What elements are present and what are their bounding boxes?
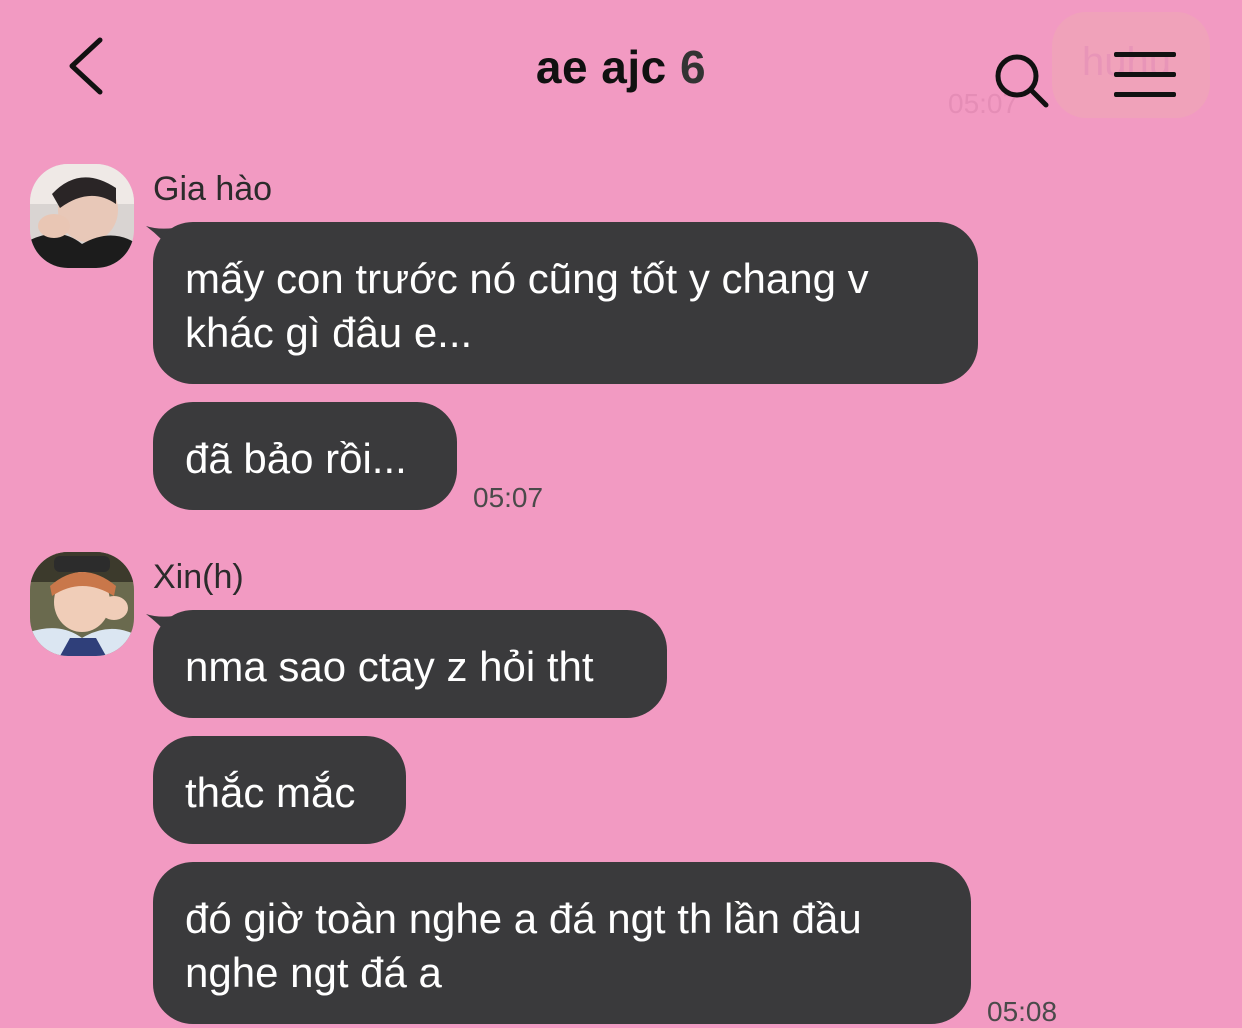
search-button[interactable]: [990, 48, 1054, 112]
avatar-gia-hao[interactable]: [30, 164, 134, 268]
sender-name: Gia hào: [153, 170, 273, 208]
message-bubble[interactable]: đã bảo rồi...: [153, 402, 457, 510]
avatar-photo: [30, 164, 134, 268]
search-icon: [995, 54, 1049, 108]
sender-name: Xin(h): [153, 558, 244, 596]
message-bubble[interactable]: thắc mắc: [153, 736, 406, 844]
avatar-xin-h[interactable]: [30, 552, 134, 656]
chat-name: ae ajc: [535, 41, 667, 93]
message-time: 05:08: [987, 996, 1058, 1027]
member-count: 6: [680, 41, 707, 93]
avatar-photo: [30, 552, 134, 656]
message-bubble[interactable]: mấy con trước nó cũng tốt y chang v khác…: [153, 222, 978, 384]
message-time: 05:07: [473, 482, 544, 513]
message-bubble[interactable]: nma sao ctay z hỏi tht: [153, 610, 667, 718]
message-bubble[interactable]: đó giờ toàn nghe a đá ngt th lần đầu ngh…: [153, 862, 971, 1024]
menu-button[interactable]: [1114, 52, 1180, 102]
